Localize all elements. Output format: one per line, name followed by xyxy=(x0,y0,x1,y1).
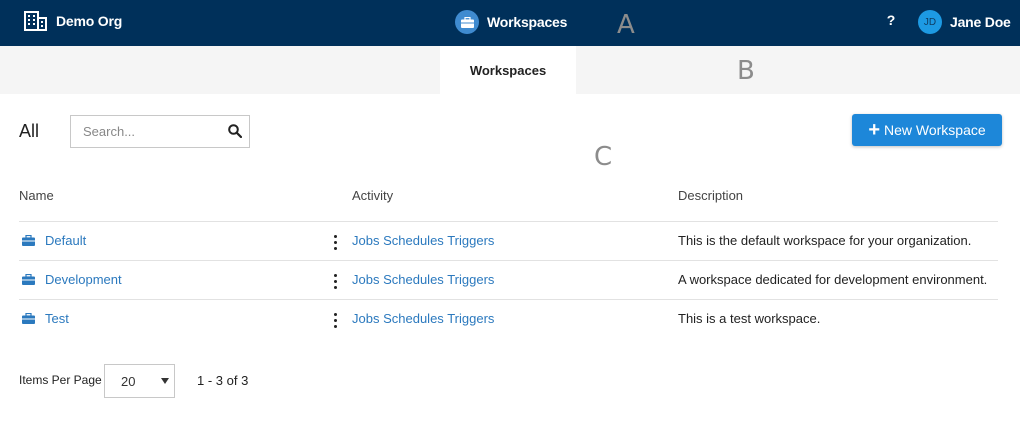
workspace-link[interactable]: Default xyxy=(45,233,86,248)
items-per-page-select[interactable]: 20 xyxy=(104,364,175,398)
items-per-page-value: 20 xyxy=(121,374,136,389)
help-icon[interactable]: ? xyxy=(884,10,898,30)
more-options-icon[interactable] xyxy=(333,272,339,292)
schedules-link[interactable]: Schedules xyxy=(383,272,444,287)
column-header-name: Name xyxy=(19,188,54,203)
org-switcher[interactable]: Demo Org xyxy=(24,8,122,34)
activity-links: Jobs Schedules Triggers xyxy=(352,272,494,287)
new-workspace-button[interactable]: + New Workspace xyxy=(852,114,1002,146)
user-menu[interactable]: JD Jane Doe xyxy=(918,10,1011,34)
jobs-link[interactable]: Jobs xyxy=(352,233,379,248)
briefcase-icon xyxy=(22,274,35,285)
marker-a: A xyxy=(617,10,635,40)
search-icon[interactable] xyxy=(228,124,242,138)
org-name: Demo Org xyxy=(56,13,123,29)
schedules-link[interactable]: Schedules xyxy=(383,311,444,326)
tab-workspaces[interactable]: Workspaces xyxy=(440,46,576,94)
table-row: Development Jobs Schedules Triggers A wo… xyxy=(19,260,998,299)
more-options-icon[interactable] xyxy=(333,311,339,331)
app-title: Workspaces xyxy=(487,14,568,30)
marker-b: B xyxy=(737,56,755,86)
activity-links: Jobs Schedules Triggers xyxy=(352,233,494,248)
activity-links: Jobs Schedules Triggers xyxy=(352,311,494,326)
caret-down-icon xyxy=(161,378,169,384)
top-bar: Demo Org Workspaces ? JD Jane Doe xyxy=(0,0,1020,46)
avatar: JD xyxy=(918,10,942,34)
pagination-range: 1 - 3 of 3 xyxy=(197,373,249,388)
plus-icon: + xyxy=(868,119,880,141)
workspace-link[interactable]: Test xyxy=(45,311,69,326)
table-row: Test Jobs Schedules Triggers This is a t… xyxy=(19,299,998,338)
jobs-link[interactable]: Jobs xyxy=(352,311,379,326)
workspace-description: This is the default workspace for your o… xyxy=(678,233,972,248)
marker-c: C xyxy=(594,142,613,172)
more-options-icon[interactable] xyxy=(333,233,339,253)
filter-label[interactable]: All xyxy=(19,121,39,142)
triggers-link[interactable]: Triggers xyxy=(447,233,494,248)
workspace-link[interactable]: Development xyxy=(45,272,122,287)
jobs-link[interactable]: Jobs xyxy=(352,272,379,287)
tab-bar: Workspaces xyxy=(0,46,1020,94)
search-input[interactable] xyxy=(71,116,221,147)
workspace-description: This is a test workspace. xyxy=(678,311,821,326)
column-header-activity: Activity xyxy=(352,188,394,203)
schedules-link[interactable]: Schedules xyxy=(383,233,444,248)
items-per-page-label: Items Per Page xyxy=(19,373,102,387)
briefcase-icon xyxy=(22,313,35,324)
workspace-description: A workspace dedicated for development en… xyxy=(678,272,988,287)
table-row: Default Jobs Schedules Triggers This is … xyxy=(19,221,998,260)
briefcase-icon xyxy=(455,10,479,34)
triggers-link[interactable]: Triggers xyxy=(447,272,494,287)
building-icon xyxy=(24,11,47,31)
search-box xyxy=(70,115,250,148)
briefcase-icon xyxy=(22,235,35,246)
triggers-link[interactable]: Triggers xyxy=(447,311,494,326)
app-title-button[interactable]: Workspaces xyxy=(455,9,567,35)
user-name: Jane Doe xyxy=(950,14,1011,30)
new-workspace-label: New Workspace xyxy=(884,122,986,138)
column-header-description: Description xyxy=(678,188,744,203)
